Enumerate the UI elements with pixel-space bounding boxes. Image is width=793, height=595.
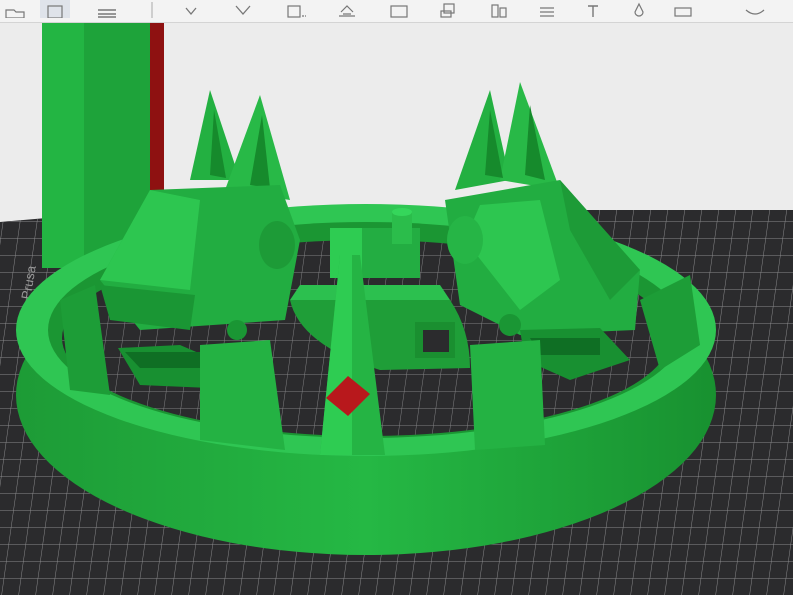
- layer-icon: [540, 7, 554, 17]
- support-icon: [440, 3, 455, 18]
- 3d-viewport[interactable]: Prusa: [0, 0, 793, 595]
- droplet-icon: [634, 2, 644, 17]
- move-arrows-icon: [185, 7, 197, 16]
- scale-tool-button[interactable]: [332, 0, 362, 18]
- place-face-button[interactable]: [280, 0, 310, 18]
- variable-layer-button[interactable]: [532, 0, 562, 18]
- slicer-window: Prusa: [0, 0, 793, 595]
- open-tool-button[interactable]: [0, 0, 30, 18]
- text-tool-button[interactable]: [578, 0, 608, 18]
- 3d-scene[interactable]: Prusa: [0, 0, 793, 595]
- list-icon: [47, 5, 63, 18]
- list-tool-button[interactable]: [40, 0, 70, 18]
- rotate-icon: [235, 5, 251, 15]
- support-paint-button[interactable]: [434, 0, 464, 18]
- seam-paint-button[interactable]: [484, 0, 514, 18]
- cut-icon: [390, 5, 408, 18]
- measure-icon: [674, 7, 692, 17]
- more-icon: [745, 9, 765, 15]
- more-tool-button[interactable]: [740, 0, 770, 18]
- hamburger-icon: [98, 9, 116, 18]
- seam-icon: [491, 4, 507, 18]
- rotate-tool-button[interactable]: [228, 0, 258, 18]
- top-toolbar: [0, 0, 793, 23]
- menu-tool-button[interactable]: [92, 0, 122, 18]
- cut-tool-button[interactable]: [384, 0, 414, 18]
- scale-icon: [339, 5, 355, 17]
- color-paint-button[interactable]: [624, 0, 654, 18]
- text-icon: [588, 5, 598, 17]
- move-tool-button[interactable]: [176, 0, 206, 18]
- folder-icon: [5, 9, 25, 18]
- measure-tool-button[interactable]: [668, 0, 698, 18]
- separator: [138, 0, 154, 18]
- divider-icon: [151, 2, 153, 18]
- place-on-face-icon: [287, 5, 306, 18]
